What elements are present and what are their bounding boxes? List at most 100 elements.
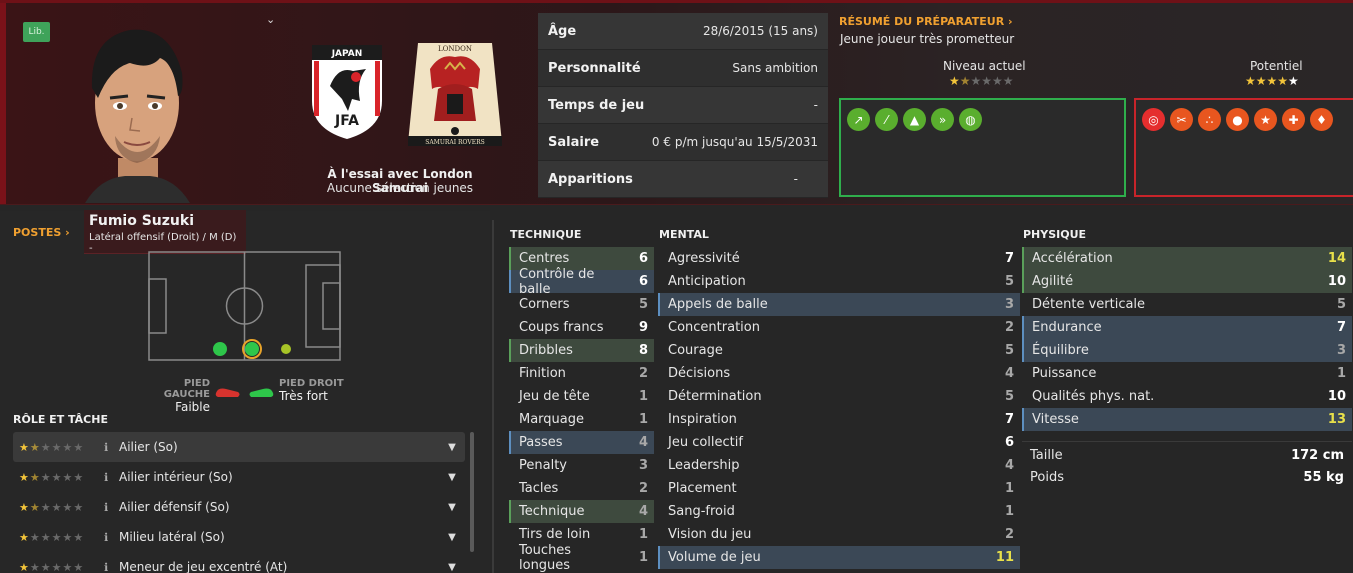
running-icon[interactable]: » xyxy=(931,108,954,131)
role-row[interactable]: ★★★★★★ ℹ Ailier (So) ▼ xyxy=(13,432,465,462)
globe-icon[interactable]: ◍ xyxy=(959,108,982,131)
chevron-down-icon[interactable]: ⌄ xyxy=(266,13,275,26)
attribute-value: 2 xyxy=(1004,527,1014,542)
attribute-row[interactable]: Anticipation 5 xyxy=(658,270,1020,293)
attribute-row[interactable]: Coups francs 9 xyxy=(509,316,654,339)
attribute-value: 7 xyxy=(1004,251,1014,266)
chevron-down-icon[interactable]: ▼ xyxy=(445,442,459,453)
attribute-value: 14 xyxy=(1327,251,1346,266)
role-list-scrollbar[interactable] xyxy=(470,432,474,552)
attribute-row[interactable]: Endurance 7 xyxy=(1022,316,1352,339)
flag-text-top: JAPAN xyxy=(331,49,363,59)
player-info-table: Âge 28/6/2015 (15 ans) Personnalité Sans… xyxy=(538,13,828,198)
attribute-row[interactable]: Appels de balle 3 xyxy=(658,293,1020,316)
player-tooltip: Fumio Suzuki Latéral offensif (Droit) / … xyxy=(84,210,246,254)
info-value: 0 € p/m jusqu'au 15/5/2031 xyxy=(651,135,818,149)
footprints-icon[interactable]: ∴ xyxy=(1198,108,1221,131)
chevron-down-icon[interactable]: ▼ xyxy=(445,562,459,573)
attribute-row[interactable]: Leadership 4 xyxy=(658,454,1020,477)
role-row[interactable]: ★★★★★★ ℹ Ailier intérieur (So) ▼ xyxy=(13,462,465,492)
attribute-row[interactable]: Équilibre 3 xyxy=(1022,339,1352,362)
attribute-name: Dribbles xyxy=(519,343,573,358)
attribute-value: 1 xyxy=(638,389,648,404)
attribute-row[interactable]: Inspiration 7 xyxy=(658,408,1020,431)
attribute-name: Placement xyxy=(668,481,737,496)
attribute-value: 1 xyxy=(1336,366,1346,381)
coach-report-link[interactable]: RÉSUMÉ DU PRÉPARATEUR › xyxy=(839,15,1013,28)
attribute-name: Technique xyxy=(519,504,585,519)
attribute-name: Penalty xyxy=(519,458,567,473)
attribute-value: 4 xyxy=(638,435,648,450)
attribute-row[interactable]: Jeu collectif 6 xyxy=(658,431,1020,454)
info-icon[interactable]: ℹ xyxy=(104,441,119,454)
boot-icon[interactable]: ▲ xyxy=(903,108,926,131)
attribute-row[interactable]: Technique 4 xyxy=(509,500,654,523)
attribute-row[interactable]: Tacles 2 xyxy=(509,477,654,500)
role-row[interactable]: ★★★★★★ ℹ Ailier défensif (So) ▼ xyxy=(13,492,465,522)
attribute-row[interactable]: Détente verticale 5 xyxy=(1022,293,1352,316)
info-label: Salaire xyxy=(548,134,600,150)
head-icon[interactable]: ● xyxy=(1226,108,1249,131)
attribute-row[interactable]: Marquage 1 xyxy=(509,408,654,431)
attribute-name: Contrôle de balle xyxy=(519,266,595,297)
attribute-row[interactable]: Contrôle de balle 6 xyxy=(509,267,654,297)
medical-cross-icon[interactable]: ✚ xyxy=(1282,108,1305,131)
role-row[interactable]: ★★★★★★ ℹ Milieu latéral (So) ▼ xyxy=(13,522,465,552)
attribute-row[interactable]: Vitesse 13 xyxy=(1022,408,1352,431)
info-icon[interactable]: ℹ xyxy=(104,501,119,514)
dribble-icon[interactable]: ⁄ xyxy=(875,108,898,131)
attribute-row[interactable]: Courage 5 xyxy=(658,339,1020,362)
trend-up-icon[interactable]: ↗ xyxy=(847,108,870,131)
info-value: 28/6/2015 (15 ans) xyxy=(702,24,818,38)
attribute-name: Tacles xyxy=(519,481,559,496)
info-icon[interactable]: ℹ xyxy=(104,471,119,484)
info-icon[interactable]: ℹ xyxy=(104,531,119,544)
attribute-name: Finition xyxy=(519,366,566,381)
height-label: Taille xyxy=(1030,447,1063,463)
attribute-row[interactable]: Finition 2 xyxy=(509,362,654,385)
role-row[interactable]: ★★★★★★ ℹ Meneur de jeu excentré (At) ▼ xyxy=(13,552,465,573)
attribute-row[interactable]: Décisions 4 xyxy=(658,362,1020,385)
national-team-crest[interactable]: JAPAN JFA xyxy=(308,41,386,141)
flag-text-bottom: JFA xyxy=(334,113,359,129)
right-boot-icon xyxy=(249,388,274,397)
info-icon[interactable]: ℹ xyxy=(104,561,119,573)
star-icon[interactable]: ★ xyxy=(1254,108,1277,131)
attribute-row[interactable]: Agressivité 7 xyxy=(658,247,1020,270)
role-list: ★★★★★★ ℹ Ailier (So) ▼ ★★★★★★ ℹ Ailier i… xyxy=(13,432,465,573)
tackle-icon[interactable]: ✂ xyxy=(1170,108,1193,131)
positions-link[interactable]: POSTES › xyxy=(13,226,70,239)
attribute-row[interactable]: Vision du jeu 2 xyxy=(658,523,1020,546)
attribute-row[interactable]: Détermination 5 xyxy=(658,385,1020,408)
attribute-value: 1 xyxy=(638,527,648,542)
chevron-down-icon[interactable]: ▼ xyxy=(445,472,459,483)
info-value: - xyxy=(813,98,818,112)
role-section-title: RÔLE ET TÂCHE xyxy=(13,413,108,426)
target-icon[interactable]: ◎ xyxy=(1142,108,1165,131)
attribute-row[interactable]: Qualités phys. nat. 10 xyxy=(1022,385,1352,408)
attribute-row[interactable]: Placement 1 xyxy=(658,477,1020,500)
info-row-wage[interactable]: Salaire 0 € p/m jusqu'au 15/5/2031 xyxy=(538,124,828,161)
attribute-row[interactable]: Jeu de tête 1 xyxy=(509,385,654,408)
attribute-name: Tirs de loin xyxy=(519,527,591,542)
attribute-row[interactable]: Puissance 1 xyxy=(1022,362,1352,385)
attribute-row[interactable]: Accélération 14 xyxy=(1022,247,1352,270)
player-avatar xyxy=(85,29,190,203)
attribute-row[interactable]: Penalty 3 xyxy=(509,454,654,477)
attribute-row[interactable]: Dribbles 8 xyxy=(509,339,654,362)
position-marker xyxy=(245,342,259,356)
attribute-value: 1 xyxy=(638,550,648,565)
attribute-row[interactable]: Corners 5 xyxy=(509,293,654,316)
club-crest[interactable]: LONDON SAMURAI ROVERS xyxy=(400,39,510,147)
chevron-down-icon[interactable]: ▼ xyxy=(445,502,459,513)
attribute-row[interactable]: Agilité 10 xyxy=(1022,270,1352,293)
attribute-row[interactable]: Concentration 2 xyxy=(658,316,1020,339)
attribute-name: Accélération xyxy=(1032,251,1113,266)
attribute-row[interactable]: Sang-froid 1 xyxy=(658,500,1020,523)
attribute-row[interactable]: Touches longues 1 xyxy=(509,543,654,573)
attribute-row[interactable]: Passes 4 xyxy=(509,431,654,454)
chevron-down-icon[interactable]: ▼ xyxy=(445,532,459,543)
foot-icon[interactable]: ♦ xyxy=(1310,108,1333,131)
attribute-value: 3 xyxy=(1336,343,1346,358)
attribute-row[interactable]: Volume de jeu 11 xyxy=(658,546,1020,569)
